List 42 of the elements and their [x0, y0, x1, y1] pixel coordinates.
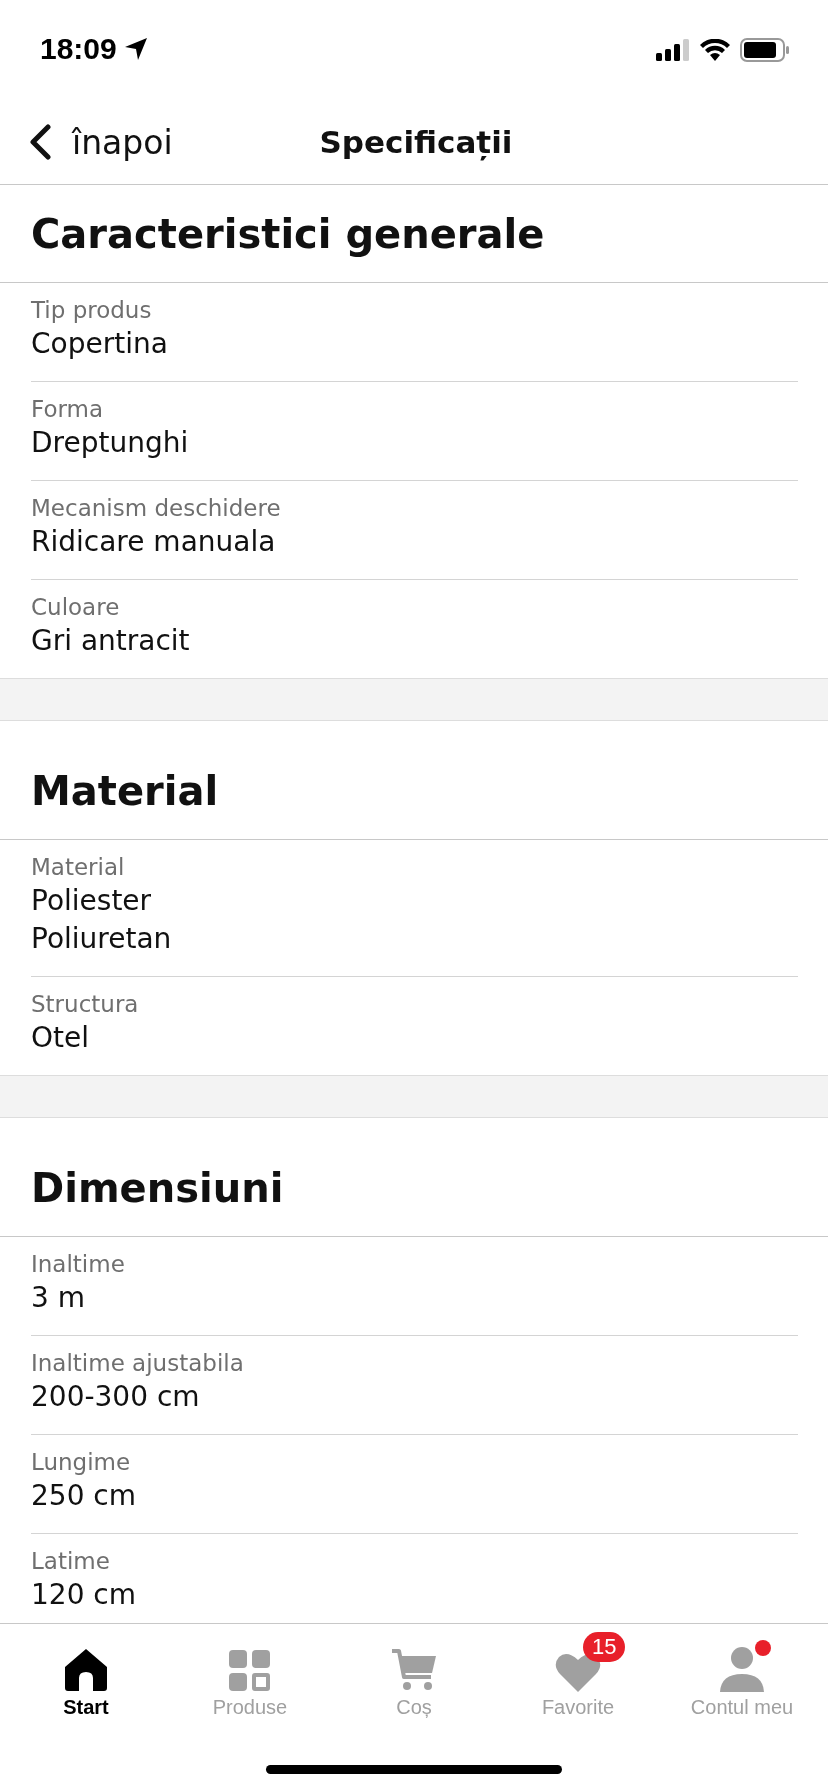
tab-item[interactable]: Contul meu — [660, 1624, 824, 1719]
spec-label: Tip produs — [31, 296, 153, 325]
spec-label: Mecanism deschidere — [31, 494, 282, 523]
home-icon — [63, 1648, 109, 1692]
tab-item[interactable]: Coș — [332, 1624, 496, 1719]
spec-label: Inaltime — [31, 1250, 126, 1279]
section-heading: Dimensiuni — [0, 1139, 828, 1237]
chevron-left-icon — [28, 124, 52, 160]
tab-item[interactable]: 15 Favorite — [496, 1624, 660, 1719]
count-badge: 15 — [583, 1632, 626, 1662]
spec-label: Forma — [31, 395, 105, 424]
status-time: 18:09 — [40, 32, 117, 66]
spec-value: 200-300 cm — [31, 1379, 201, 1415]
section-heading: Caracteristici generale — [0, 185, 828, 283]
spec-label: Culoare — [31, 593, 121, 622]
spec-value: Poliuretan — [31, 921, 173, 957]
tab-item[interactable]: Produse — [168, 1624, 332, 1719]
section-heading: Material — [0, 742, 828, 840]
page-title: Specificații — [319, 124, 513, 160]
spec-label: Structura — [31, 990, 140, 1019]
spec-label: Material — [31, 853, 126, 882]
spec-value: 3 m — [31, 1280, 86, 1316]
spec-value: 120 cm — [31, 1577, 137, 1613]
tab-item[interactable]: Start — [4, 1624, 168, 1719]
spec-label: Latime — [31, 1547, 111, 1576]
wifi-icon — [700, 39, 730, 61]
heart-icon — [555, 1652, 601, 1692]
spec-label: Lungime — [31, 1448, 132, 1477]
spec-value: Dreptunghi — [31, 425, 190, 461]
spec-value: Otel — [31, 1020, 91, 1056]
signal-icon — [656, 39, 690, 61]
spec-label: Inaltime ajustabila — [31, 1349, 245, 1378]
spec-value: Poliester — [31, 883, 153, 919]
back-button[interactable]: înapoi — [28, 120, 173, 164]
spec-value: Gri antracit — [31, 623, 191, 659]
battery-icon — [740, 38, 790, 62]
spec-value: Copertina — [31, 326, 169, 362]
grid-icon — [229, 1650, 271, 1692]
cart-icon — [391, 1648, 437, 1692]
spec-value: Ridicare manuala — [31, 524, 277, 560]
person-icon — [719, 1646, 765, 1692]
spec-value: 250 cm — [31, 1478, 137, 1514]
